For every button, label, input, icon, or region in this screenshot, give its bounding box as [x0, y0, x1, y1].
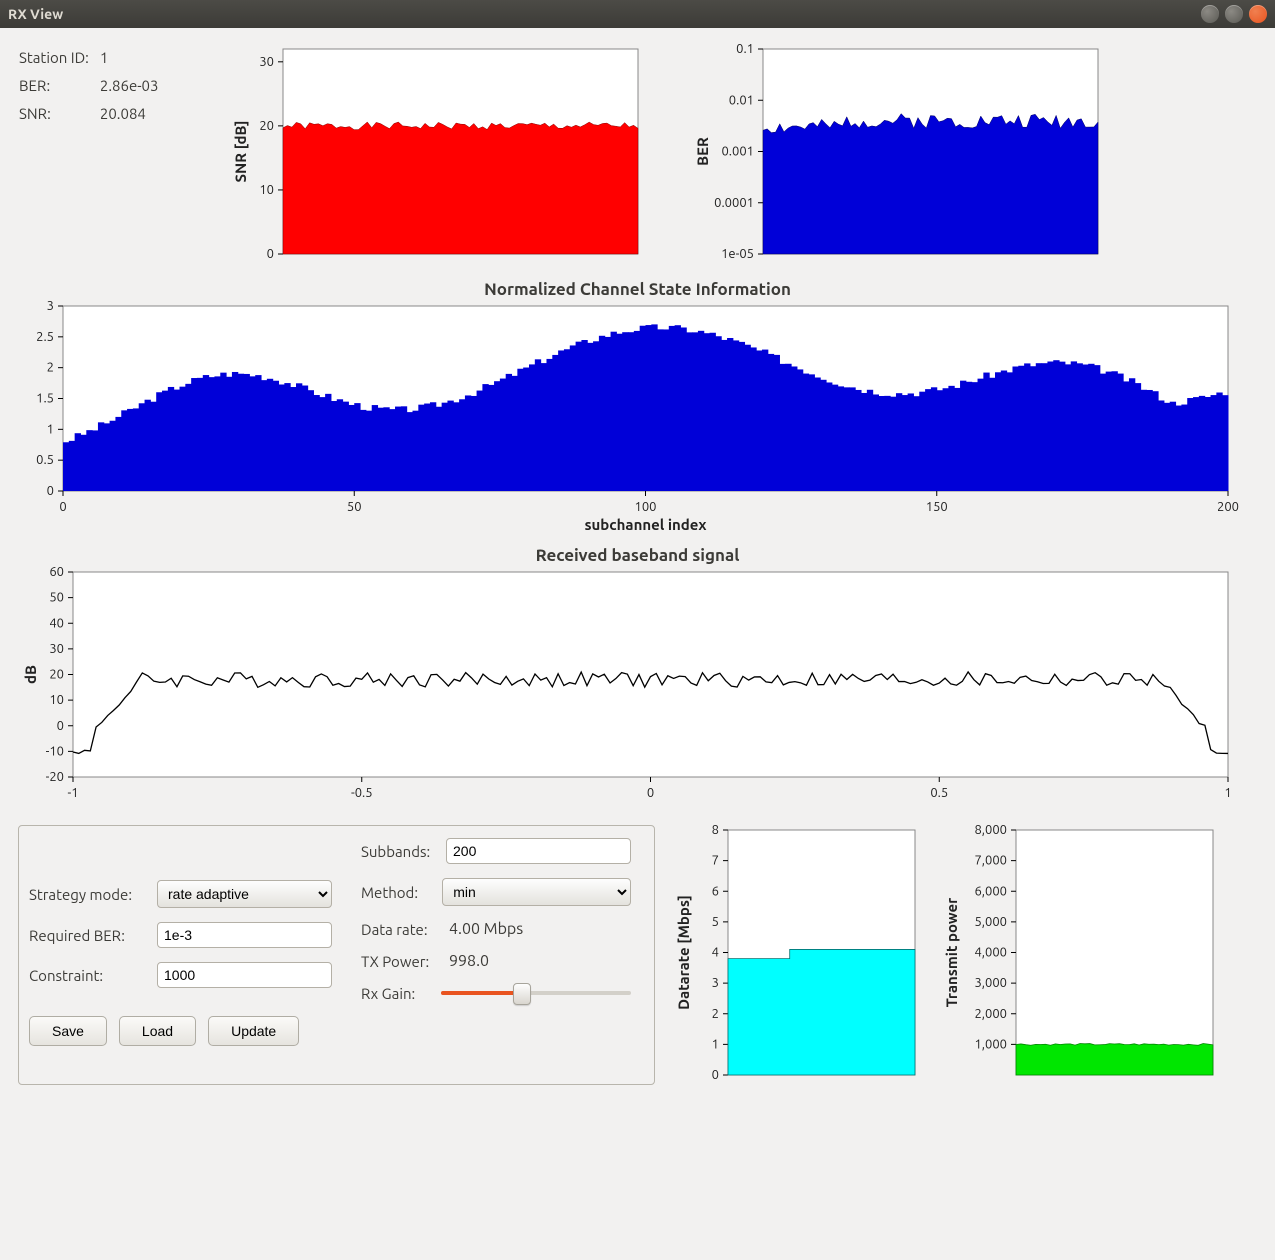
- svg-text:1e-05: 1e-05: [721, 247, 754, 261]
- snr-label: SNR:: [18, 100, 99, 128]
- datarate-label: Data rate:: [361, 921, 441, 938]
- svg-text:2: 2: [712, 1007, 719, 1021]
- svg-text:5,000: 5,000: [974, 915, 1007, 929]
- svg-text:-20: -20: [46, 770, 64, 784]
- csi-title: Normalized Channel State Information: [18, 280, 1257, 299]
- svg-text:3: 3: [47, 299, 54, 313]
- datarate-value: 4.00 Mbps: [449, 920, 523, 938]
- required-ber-label: Required BER:: [29, 927, 149, 944]
- svg-text:50: 50: [347, 500, 362, 514]
- rxgain-label: Rx Gain:: [361, 985, 433, 1002]
- svg-text:1: 1: [47, 422, 54, 436]
- svg-text:0: 0: [59, 500, 66, 514]
- svg-text:0.5: 0.5: [930, 786, 948, 800]
- svg-text:3,000: 3,000: [974, 976, 1007, 990]
- svg-text:0: 0: [47, 484, 54, 498]
- txpower-value: 998.0: [449, 952, 489, 970]
- subbands-input[interactable]: [446, 838, 631, 864]
- svg-text:6,000: 6,000: [974, 884, 1007, 898]
- titlebar: RX View: [0, 0, 1275, 28]
- svg-text:150: 150: [926, 500, 948, 514]
- txpower-chart: 1,000 2,000 3,000 4,000 5,000 6,000 7,000 8,000…: [941, 825, 1221, 1085]
- svg-text:BER: BER: [694, 137, 711, 166]
- svg-text:20: 20: [49, 668, 64, 682]
- svg-text:3: 3: [712, 976, 719, 990]
- update-button[interactable]: Update: [208, 1016, 299, 1046]
- svg-text:1: 1: [712, 1037, 719, 1051]
- minimize-icon[interactable]: [1201, 5, 1219, 23]
- svg-text:-0.5: -0.5: [351, 786, 373, 800]
- method-select[interactable]: min: [442, 878, 631, 906]
- svg-text:8: 8: [712, 823, 719, 837]
- svg-text:60: 60: [49, 565, 64, 579]
- baseband-title: Received baseband signal: [18, 546, 1257, 565]
- maximize-icon[interactable]: [1225, 5, 1243, 23]
- subbands-label: Subbands:: [361, 843, 438, 860]
- svg-text:10: 10: [259, 183, 274, 197]
- ber-chart: 1e-05 0.0001 0.001 0.01 0.1 BER: [688, 44, 1108, 274]
- load-button[interactable]: Load: [119, 1016, 196, 1046]
- svg-text:0: 0: [647, 786, 654, 800]
- svg-text:dB: dB: [22, 665, 39, 684]
- controls-frame: Strategy mode: rate adaptive Required BE…: [18, 825, 655, 1085]
- txpower-label: TX Power:: [361, 953, 441, 970]
- svg-text:30: 30: [259, 55, 274, 69]
- snr-chart: 0 10 20 30 SNR [dB]: [228, 44, 648, 274]
- svg-text:30: 30: [49, 642, 64, 656]
- svg-text:0.1: 0.1: [736, 42, 754, 56]
- svg-text:0.5: 0.5: [36, 453, 54, 467]
- svg-text:4: 4: [712, 946, 719, 960]
- svg-text:1,000: 1,000: [974, 1037, 1007, 1051]
- ber-value: 2.86e-03: [99, 72, 169, 100]
- station-id-label: Station ID:: [18, 44, 99, 72]
- required-ber-input[interactable]: [157, 922, 332, 948]
- svg-text:6: 6: [712, 884, 719, 898]
- svg-text:-10: -10: [46, 744, 64, 758]
- svg-text:-1: -1: [67, 786, 78, 800]
- save-button[interactable]: Save: [29, 1016, 107, 1046]
- svg-text:10: 10: [49, 693, 64, 707]
- svg-text:50: 50: [49, 591, 64, 605]
- svg-text:1: 1: [1224, 786, 1231, 800]
- svg-text:0: 0: [267, 247, 274, 261]
- svg-text:2.5: 2.5: [36, 330, 54, 344]
- svg-text:0.001: 0.001: [721, 145, 754, 159]
- baseband-chart: -20 -10 0 10 20 30 40 50 60 -1 -0.5 0 0.5 1 dB: [18, 567, 1238, 807]
- rxgain-slider[interactable]: [441, 984, 631, 1002]
- svg-text:0: 0: [712, 1068, 719, 1082]
- strategy-mode-label: Strategy mode:: [29, 886, 149, 903]
- svg-text:0.01: 0.01: [729, 93, 754, 107]
- close-icon[interactable]: [1249, 5, 1267, 23]
- status-block: Station ID: 1 BER: 2.86e-03 SNR: 20.084: [18, 44, 188, 274]
- svg-text:SNR [dB]: SNR [dB]: [232, 120, 249, 182]
- svg-text:200: 200: [1217, 500, 1239, 514]
- svg-text:2: 2: [47, 361, 54, 375]
- ber-label: BER:: [18, 72, 99, 100]
- constraint-input[interactable]: [157, 962, 332, 988]
- svg-text:2,000: 2,000: [974, 1007, 1007, 1021]
- svg-text:0.0001: 0.0001: [714, 196, 754, 210]
- svg-text:1.5: 1.5: [36, 392, 54, 406]
- constraint-label: Constraint:: [29, 967, 149, 984]
- svg-text:0: 0: [57, 719, 64, 733]
- svg-text:subchannel index: subchannel index: [584, 516, 706, 533]
- method-label: Method:: [361, 884, 434, 901]
- svg-text:40: 40: [49, 616, 64, 630]
- window-title: RX View: [8, 6, 63, 22]
- datarate-chart: 0 1 2 3 4 5 6 7 8 Datarate [Mbps]: [673, 825, 923, 1085]
- svg-text:4,000: 4,000: [974, 946, 1007, 960]
- svg-text:7: 7: [712, 854, 719, 868]
- svg-text:Transmit power: Transmit power: [943, 897, 960, 1007]
- strategy-mode-select[interactable]: rate adaptive: [157, 880, 332, 908]
- snr-value: 20.084: [99, 100, 169, 128]
- svg-text:Datarate [Mbps]: Datarate [Mbps]: [675, 895, 692, 1010]
- csi-chart: 0 0.5 1 1.5 2 2.5 3 0 50 100 150 200 subchannel inde…: [18, 301, 1238, 536]
- station-id-value: 1: [99, 44, 169, 72]
- svg-text:8,000: 8,000: [974, 823, 1007, 837]
- svg-text:7,000: 7,000: [974, 854, 1007, 868]
- svg-text:5: 5: [712, 915, 719, 929]
- svg-text:20: 20: [259, 119, 274, 133]
- svg-text:100: 100: [635, 500, 657, 514]
